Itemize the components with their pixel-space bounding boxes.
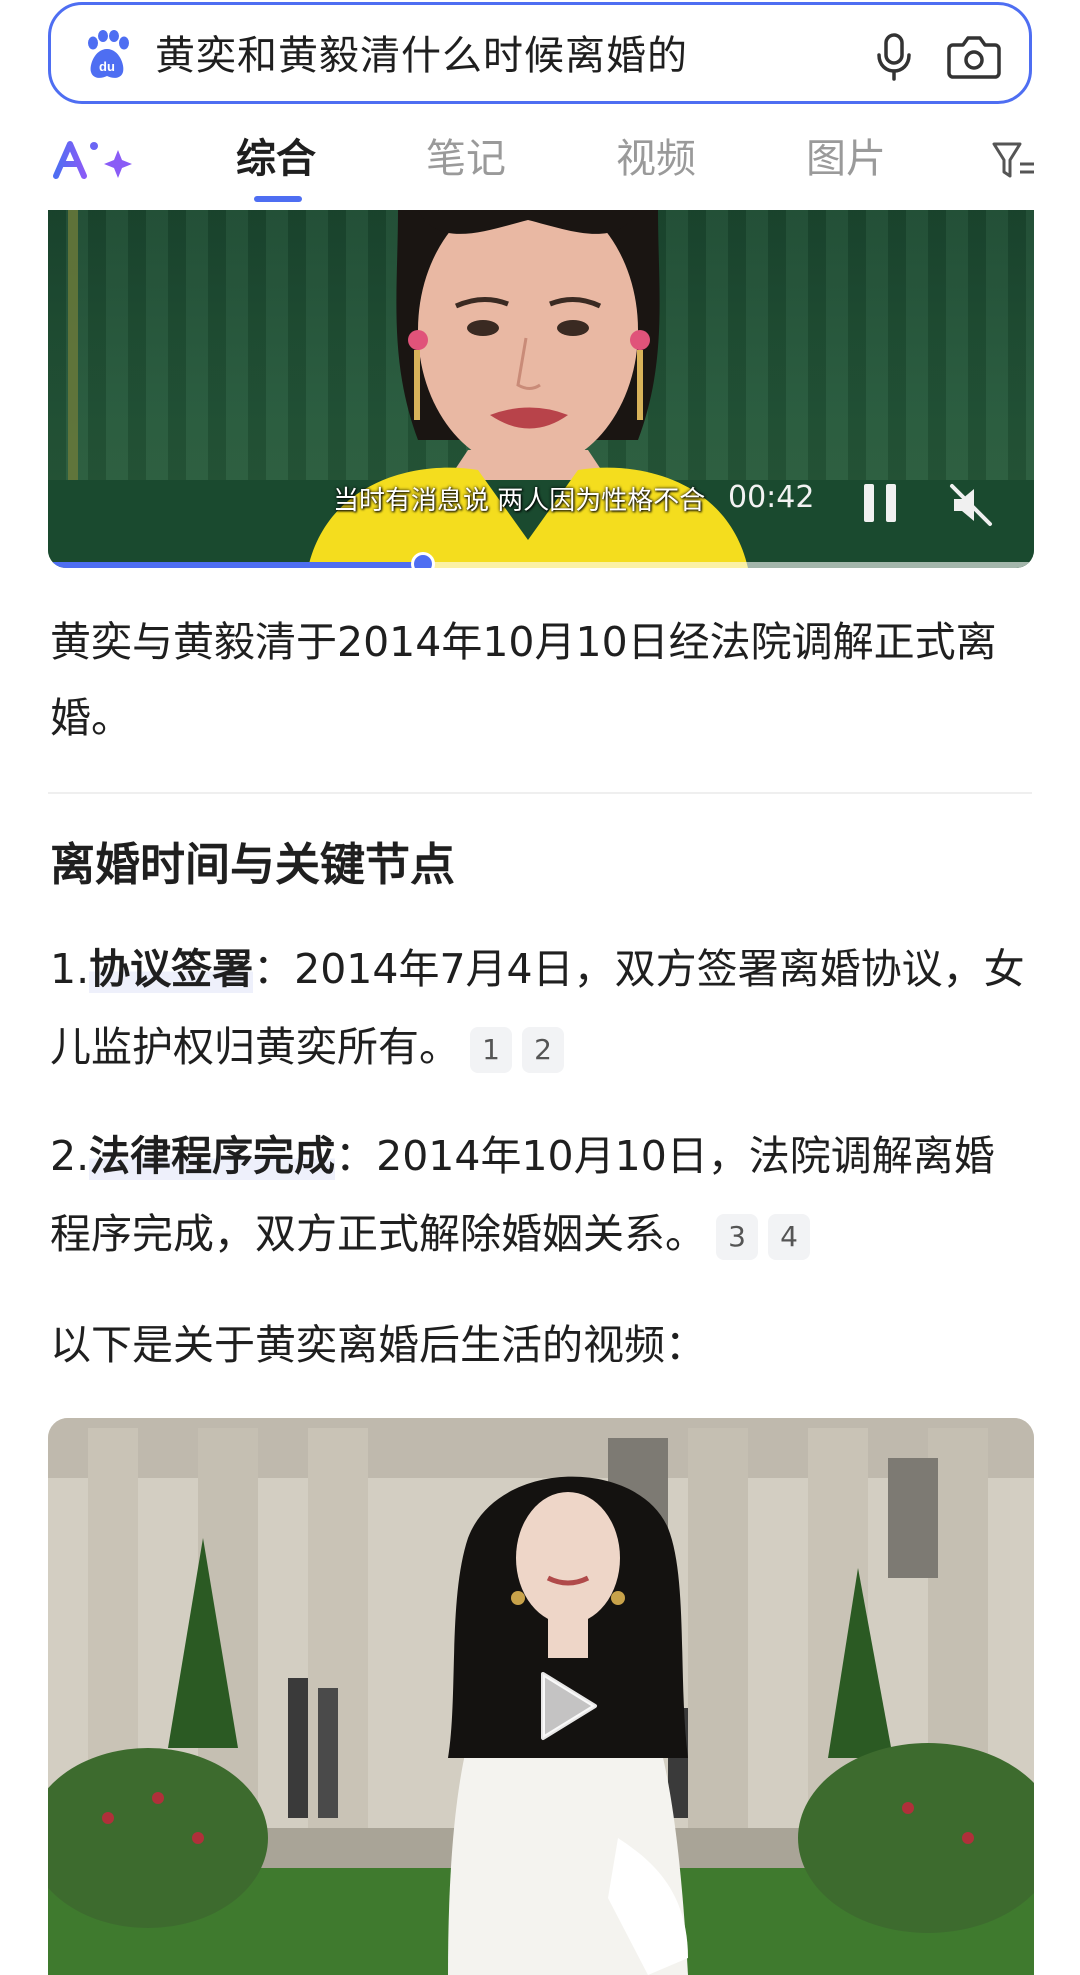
video-subtitle: 当时有消息说 两人因为性格不合: [333, 486, 706, 516]
video-card[interactable]: [48, 1418, 1034, 1975]
video-progress-fill: [48, 562, 423, 568]
play-icon[interactable]: [503, 1646, 623, 1766]
list-item: 2.法律程序完成：2014年10月10日，法院调解离婚程序完成，双方正式解除婚姻…: [50, 1117, 1030, 1273]
video-player[interactable]: 当时有消息说 两人因为性格不合 00:42: [48, 210, 1034, 568]
camera-icon[interactable]: [945, 27, 1003, 85]
filter-icon[interactable]: [990, 138, 1036, 184]
citation-badge[interactable]: 4: [768, 1214, 810, 1260]
microphone-icon[interactable]: [867, 29, 921, 83]
mute-icon[interactable]: [948, 482, 994, 528]
search-bar[interactable]: du 黄奕和黄毅清什么时候离婚的: [48, 2, 1032, 104]
answer-summary: 黄奕与黄毅清于2014年10月10日经法院调解正式离婚。: [50, 618, 997, 742]
tab-general[interactable]: 综合: [236, 132, 316, 186]
svg-text:du: du: [99, 59, 115, 74]
section-title: 离婚时间与关键节点: [50, 838, 456, 891]
citation-badge[interactable]: 2: [522, 1027, 564, 1073]
citation-badge[interactable]: 1: [470, 1027, 512, 1073]
search-input[interactable]: 黄奕和黄毅清什么时候离婚的: [155, 29, 688, 83]
tab-images[interactable]: 图片: [806, 132, 886, 186]
ai-assistant-icon[interactable]: [52, 138, 142, 182]
citation-badge[interactable]: 3: [716, 1214, 758, 1260]
list-item-number: 1.: [50, 945, 90, 993]
pause-icon[interactable]: [860, 482, 900, 524]
tab-notes[interactable]: 笔记: [426, 132, 506, 186]
list-item-number: 2.: [50, 1132, 90, 1180]
video-background-detail: [68, 210, 78, 490]
video-time: 00:42: [728, 480, 815, 515]
baidu-paw-icon: du: [88, 30, 129, 78]
divider: [48, 792, 1032, 794]
list-item-keyword: 法律程序完成: [89, 1132, 336, 1180]
list-item-keyword: 协议签署: [89, 945, 254, 993]
list-item: 1.协议签署：2014年7月4日，双方签署离婚协议，女儿监护权归黄奕所有。 1 2: [50, 930, 1030, 1086]
active-tab-indicator: [254, 196, 302, 202]
video-intro-text: 以下是关于黄奕离婚后生活的视频：: [50, 1321, 706, 1369]
tab-videos[interactable]: 视频: [616, 132, 696, 186]
tab-bar: 综合 笔记 视频 图片: [0, 118, 1080, 208]
